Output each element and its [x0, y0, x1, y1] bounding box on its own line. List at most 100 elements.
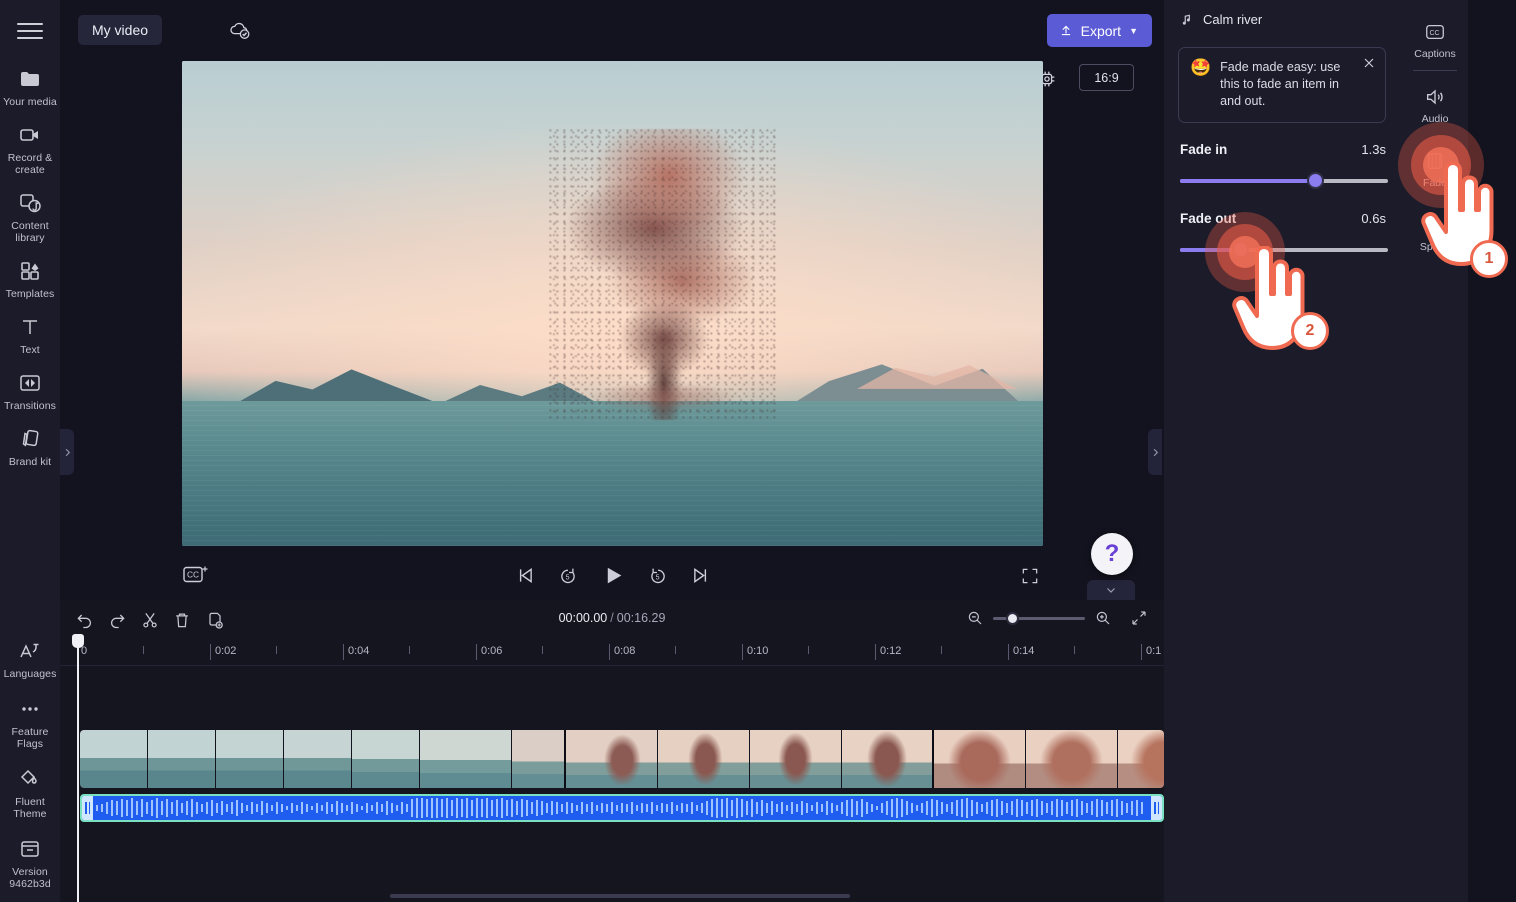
- time-readout: 00:00.00/00:16.29: [559, 611, 666, 625]
- player-controls: CC 5 5: [182, 555, 1043, 601]
- ruler-label: 0:02: [215, 645, 237, 657]
- forward-5s-icon[interactable]: 5: [647, 565, 668, 586]
- ruler-label: 0:12: [880, 645, 902, 657]
- skip-to-start-icon[interactable]: [514, 565, 535, 586]
- right-panel-expand-handle[interactable]: [1148, 429, 1162, 475]
- sidebar-label: Transitions: [3, 400, 57, 412]
- video-thumbnail: [750, 730, 842, 788]
- cc-plus-icon[interactable]: CC: [182, 563, 212, 587]
- help-button[interactable]: ?: [1091, 533, 1133, 575]
- sidebar-label: Content library: [11, 220, 49, 244]
- folder-icon: [17, 66, 43, 92]
- split-scissors-icon[interactable]: [139, 609, 161, 631]
- sidebar-item-fluent-theme[interactable]: Fluent Theme: [0, 766, 60, 820]
- step-badge-1: 1: [1470, 240, 1508, 278]
- tool-audio[interactable]: Audio: [1402, 75, 1468, 125]
- skip-to-end-icon[interactable]: [690, 565, 711, 586]
- fade-out-slider[interactable]: [1180, 241, 1388, 258]
- project-title-field[interactable]: My video: [78, 15, 163, 45]
- rewind-5s-icon[interactable]: 5: [557, 565, 578, 586]
- tool-speed[interactable]: Speed: [1402, 203, 1468, 253]
- sidebar-item-transitions[interactable]: Transitions: [0, 370, 60, 412]
- top-bar: My video Export ▼: [60, 0, 1164, 60]
- fade-in-slider[interactable]: [1180, 172, 1388, 189]
- fit-to-screen-icon[interactable]: [1130, 609, 1148, 627]
- close-x-icon[interactable]: [1361, 55, 1377, 71]
- panel-collapse-tab[interactable]: [1087, 580, 1135, 600]
- video-thumbnail: [284, 730, 352, 788]
- svg-text:5: 5: [565, 575, 569, 582]
- timeline-video-track[interactable]: [80, 730, 1164, 788]
- cloud-check-icon[interactable]: [228, 19, 252, 41]
- ruler-tick: [1008, 644, 1009, 660]
- templates-grid-icon: [17, 258, 43, 284]
- zoom-out-icon[interactable]: [966, 609, 984, 627]
- aspect-ratio-button[interactable]: 16:9: [1079, 64, 1134, 91]
- sidebar-item-record-create[interactable]: Record & create: [0, 122, 60, 176]
- video-thumbnail: [934, 730, 1026, 788]
- sidebar-item-languages[interactable]: Languages: [0, 638, 60, 680]
- timeline-ruler[interactable]: 0 0:02 0:04 0:06 0:08 0:10 0:12 0:14 0:1: [60, 640, 1164, 666]
- sidebar-item-templates[interactable]: Templates: [0, 258, 60, 300]
- video-thumbnail: [1118, 730, 1164, 788]
- redo-icon[interactable]: [106, 609, 128, 631]
- timeline-horizontal-scrollbar[interactable]: [390, 894, 850, 898]
- star-struck-emoji-icon: 🤩: [1190, 58, 1212, 77]
- fade-in-label: Fade in: [1180, 142, 1228, 157]
- left-sidebar: Your media Record & create Content libra…: [0, 0, 60, 902]
- sidebar-item-brand-kit[interactable]: Brand kit: [0, 426, 60, 468]
- hamburger-menu-icon[interactable]: [13, 18, 47, 44]
- content-library-icon: [17, 190, 43, 216]
- left-panel-expand-handle[interactable]: [60, 429, 74, 475]
- ruler-tick-minor: [143, 646, 144, 654]
- clipchamp-editor-window: Your media Record & create Content libra…: [0, 0, 1516, 902]
- video-thumbnail: [216, 730, 284, 788]
- timeline-zoom-slider[interactable]: [993, 611, 1085, 625]
- sidebar-label: Brand kit: [8, 456, 52, 468]
- sidebar-item-feature-flags[interactable]: Feature Flags: [0, 696, 60, 750]
- tool-fade[interactable]: Fade: [1402, 139, 1468, 189]
- sidebar-item-content-library[interactable]: Content library: [0, 190, 60, 244]
- export-button[interactable]: Export ▼: [1046, 14, 1152, 47]
- fade-out-label: Fade out: [1180, 211, 1237, 226]
- fade-tip-text: Fade made easy: use this to fade an item…: [1220, 60, 1341, 108]
- ruler-label: 0:04: [348, 645, 370, 657]
- ruler-tick: [343, 644, 344, 660]
- tool-label: Captions: [1414, 48, 1456, 60]
- sidebar-label: Record & create: [7, 152, 53, 176]
- video-preview-canvas[interactable]: [182, 61, 1043, 546]
- total-time: 00:16.29: [616, 611, 666, 625]
- ruler-tick-minor: [941, 646, 942, 654]
- ruler-tick: [476, 644, 477, 660]
- timeline-zoom-group: [966, 609, 1148, 627]
- timeline-audio-track[interactable]: [80, 794, 1164, 822]
- sidebar-label: Version 9462b3d: [9, 866, 51, 890]
- fade-tip-card: 🤩 Fade made easy: use this to fade an it…: [1178, 47, 1386, 123]
- preview-water: [182, 400, 1043, 546]
- timeline-playhead[interactable]: [72, 634, 84, 902]
- fade-out-slider-knob[interactable]: [1232, 241, 1250, 258]
- cc-icon: CC: [1423, 20, 1447, 44]
- audio-trim-handle-right[interactable]: [1151, 796, 1162, 820]
- duplicate-icon[interactable]: [204, 609, 226, 631]
- sidebar-label: Your media: [3, 96, 57, 108]
- video-thumbnail: [352, 730, 420, 788]
- fade-in-slider-knob[interactable]: [1307, 172, 1325, 189]
- play-icon[interactable]: [600, 563, 625, 588]
- audio-trim-handle-left[interactable]: [82, 796, 93, 820]
- undo-icon[interactable]: [74, 609, 96, 631]
- delete-trash-icon[interactable]: [171, 609, 193, 631]
- fullscreen-icon[interactable]: [1019, 565, 1041, 587]
- clip-tools-rail: CC Captions Audio Fade Speed: [1402, 0, 1468, 902]
- sidebar-item-text[interactable]: Text: [0, 314, 60, 356]
- tool-captions[interactable]: CC Captions: [1402, 10, 1468, 60]
- languages-icon: [17, 638, 43, 664]
- time-separator: /: [610, 611, 614, 625]
- zoom-slider-knob[interactable]: [1006, 611, 1019, 625]
- ruler-label: 0:14: [1013, 645, 1035, 657]
- sidebar-item-version[interactable]: Version 9462b3d: [0, 836, 60, 890]
- zoom-in-icon[interactable]: [1094, 609, 1112, 627]
- sidebar-item-your-media[interactable]: Your media: [0, 66, 60, 108]
- archive-box-icon: [17, 836, 43, 862]
- tool-label: Audio: [1421, 113, 1449, 125]
